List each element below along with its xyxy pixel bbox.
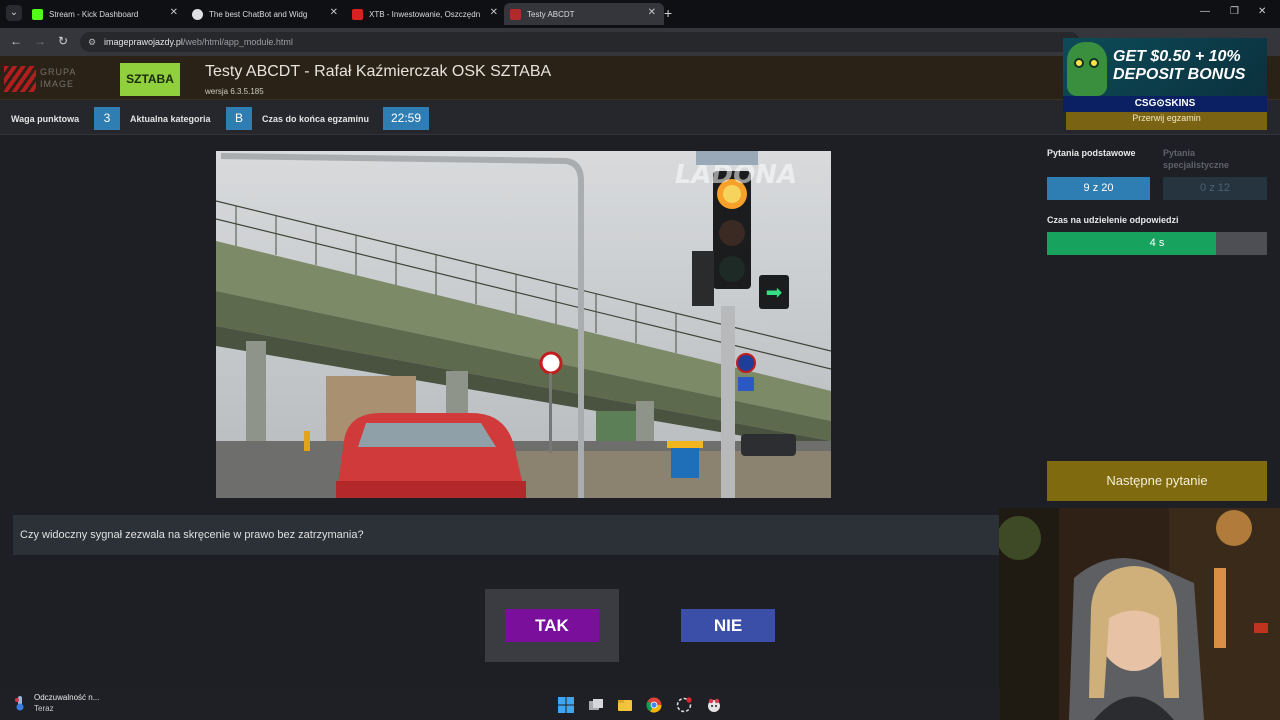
browser-tab-strip: ⌄ Stream - Kick Dashboard ✕ The best Cha… xyxy=(0,0,1280,28)
site-info-icon[interactable]: ⚙ xyxy=(88,32,96,52)
new-tab-plus-icon[interactable]: + xyxy=(664,5,672,21)
file-explorer-icon[interactable] xyxy=(617,697,633,713)
specialist-questions-counter: 0 z 12 xyxy=(1163,177,1267,200)
weight-value: 3 xyxy=(94,107,120,130)
answer-time-value: 4 s xyxy=(1149,237,1165,249)
tab-title: The best ChatBot and Widg xyxy=(209,9,308,19)
cat-app-icon[interactable] xyxy=(706,697,722,713)
url-input[interactable]: ⚙ imageprawojazdy.pl/web/html/app_module… xyxy=(80,32,1080,52)
ad-brand: CSG⊙SKINS xyxy=(1063,96,1267,112)
streamer-webcam-image xyxy=(999,508,1280,720)
basic-questions-counter: 9 z 20 xyxy=(1047,177,1150,200)
tab-testy-abcdt[interactable]: Testy ABCDT ✕ xyxy=(504,3,664,25)
webcam-overlay xyxy=(999,508,1280,720)
tab-xtb[interactable]: XTB - Inwestowanie, Oszczędn ✕ xyxy=(346,3,506,25)
close-icon[interactable]: ✕ xyxy=(170,7,178,18)
page-title: Testy ABCDT - Rafał Kaźmierczak OSK SZTA… xyxy=(205,63,552,80)
tab-title: XTB - Inwestowanie, Oszczędn xyxy=(369,9,481,19)
app-version: wersja 6.3.5.185 xyxy=(205,87,264,96)
image-logo-icon xyxy=(510,8,521,20)
time-left-value: 22:59 xyxy=(383,107,429,130)
logo-text: GRUPA IMAGE xyxy=(40,67,76,89)
ad-eye-icon xyxy=(1074,58,1084,68)
close-icon[interactable]: ✕ xyxy=(648,7,656,18)
forward-arrow-icon[interactable]: → xyxy=(34,34,46,48)
tab-title: Testy ABCDT xyxy=(527,9,575,19)
traffic-scene-illustration: ➡ LADONA xyxy=(216,151,831,498)
tab-chatbot[interactable]: The best ChatBot and Widg ✕ xyxy=(186,3,346,25)
question-text: Czy widoczny sygnał zezwala na skręcenie… xyxy=(13,515,1003,555)
close-icon[interactable]: ✕ xyxy=(330,7,338,18)
reload-icon[interactable]: ↻ xyxy=(58,34,68,48)
url-path: /web/html/app_module.html xyxy=(182,37,293,47)
back-arrow-icon[interactable]: ← xyxy=(10,34,22,48)
svg-text:➡: ➡ xyxy=(766,280,783,304)
logo-stripes xyxy=(4,66,36,92)
csgo-skins-ad[interactable]: GET $0.50 + 10% DEPOSIT BONUS CSG⊙SKINS xyxy=(1063,38,1267,112)
shield-icon xyxy=(192,8,203,20)
basic-questions-label: Pytania podstawowe xyxy=(1047,148,1136,158)
question-image: ➡ LADONA xyxy=(216,151,831,498)
ad-character xyxy=(1067,42,1107,96)
windows-start-icon[interactable] xyxy=(558,697,574,713)
tab-kick-dashboard[interactable]: Stream - Kick Dashboard ✕ xyxy=(26,3,186,25)
no-button[interactable]: NIE xyxy=(681,609,775,642)
restore-icon[interactable]: ❐ xyxy=(1230,6,1239,17)
ad-headline: GET $0.50 + 10% xyxy=(1113,48,1241,65)
answer-time-progress: 4 s xyxy=(1047,232,1267,255)
minimize-icon[interactable]: — xyxy=(1200,6,1210,17)
chrome-icon[interactable] xyxy=(646,697,662,713)
specialist-questions-label: Pytania specjalistyczne xyxy=(1163,148,1230,170)
grupa-image-logo: GRUPA IMAGE xyxy=(4,64,96,94)
next-question-button[interactable]: Następne pytanie xyxy=(1047,461,1267,501)
notification-title: Odczuwalność n... xyxy=(34,693,100,702)
thermometer-icon xyxy=(15,696,24,711)
category-value: B xyxy=(226,107,252,130)
close-icon[interactable]: ✕ xyxy=(490,7,498,18)
yes-button[interactable]: TAK xyxy=(505,609,599,642)
notification-time: Teraz xyxy=(34,704,54,713)
ad-subheadline: DEPOSIT BONUS xyxy=(1113,66,1246,83)
tab-search-menu-icon[interactable]: ⌄ xyxy=(6,5,22,21)
recording-app-icon[interactable] xyxy=(676,697,692,713)
taskbar: Odczuwalność n... Teraz xyxy=(0,688,1000,720)
kick-icon xyxy=(32,8,43,20)
weight-label: Waga punktowa xyxy=(11,114,80,124)
url-domain: imageprawojazdy.pl xyxy=(104,37,183,47)
answer-time-label: Czas na udzielenie odpowiedzi xyxy=(1047,215,1179,225)
tab-title: Stream - Kick Dashboard xyxy=(49,9,139,19)
xtb-icon xyxy=(352,8,363,20)
time-left-label: Czas do końca egzaminu xyxy=(262,114,370,124)
sztaba-logo: SZTABA xyxy=(120,63,180,96)
category-label: Aktualna kategoria xyxy=(130,114,211,124)
task-view-icon[interactable] xyxy=(588,697,604,713)
window-close-icon[interactable]: ✕ xyxy=(1258,6,1266,17)
ad-eye-icon xyxy=(1089,58,1099,68)
